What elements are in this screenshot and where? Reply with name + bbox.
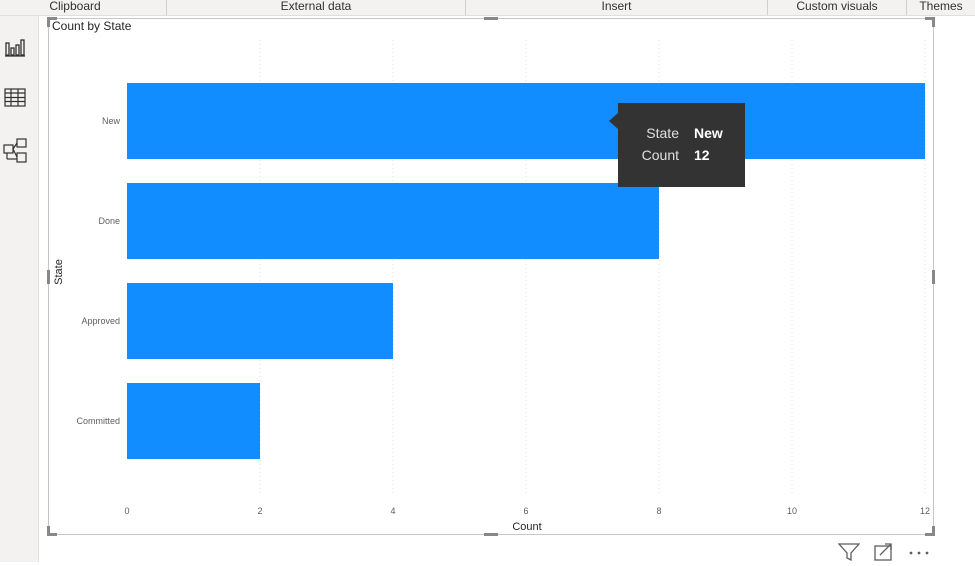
tooltip-row-state: State New <box>618 125 745 145</box>
bar-committed[interactable] <box>127 383 260 459</box>
tooltip-value: 12 <box>694 147 710 163</box>
more-options-button[interactable] <box>908 543 930 561</box>
x-tick-label: 4 <box>390 506 395 516</box>
more-options-icon <box>909 551 929 555</box>
x-tick-label: 8 <box>656 506 661 516</box>
category-labels: New Done Approved Committed <box>76 116 120 426</box>
tooltip-pointer <box>609 113 618 129</box>
x-tick-label: 0 <box>124 506 129 516</box>
x-tick-label: 12 <box>920 506 930 516</box>
data-tooltip: State New Count 12 <box>618 103 745 187</box>
focus-mode-icon <box>874 543 892 561</box>
filter-button[interactable] <box>837 543 861 562</box>
category-label: Done <box>98 216 120 226</box>
bar-approved[interactable] <box>127 283 393 359</box>
category-label: Committed <box>76 416 120 426</box>
bar-done[interactable] <box>127 183 659 259</box>
y-axis-title: State <box>53 259 65 285</box>
x-tick-labels: 0 2 4 6 8 10 12 <box>124 506 930 516</box>
tooltip-value: New <box>694 125 723 141</box>
x-tick-label: 10 <box>787 506 797 516</box>
bar-new[interactable] <box>127 83 925 159</box>
tooltip-key: State <box>646 125 679 141</box>
focus-mode-button[interactable] <box>873 543 895 561</box>
x-axis-title: Count <box>512 521 541 533</box>
x-tick-label: 6 <box>523 506 528 516</box>
tooltip-key: Count <box>641 147 679 163</box>
category-label: New <box>102 116 121 126</box>
tooltip-row-count: Count 12 <box>618 147 745 167</box>
filter-icon <box>837 543 861 562</box>
bar-chart: New Done Approved Committed 0 2 4 6 8 10 12 Count… <box>53 40 930 533</box>
x-tick-label: 2 <box>257 506 262 516</box>
bars <box>127 83 925 459</box>
category-label: Approved <box>81 316 120 326</box>
